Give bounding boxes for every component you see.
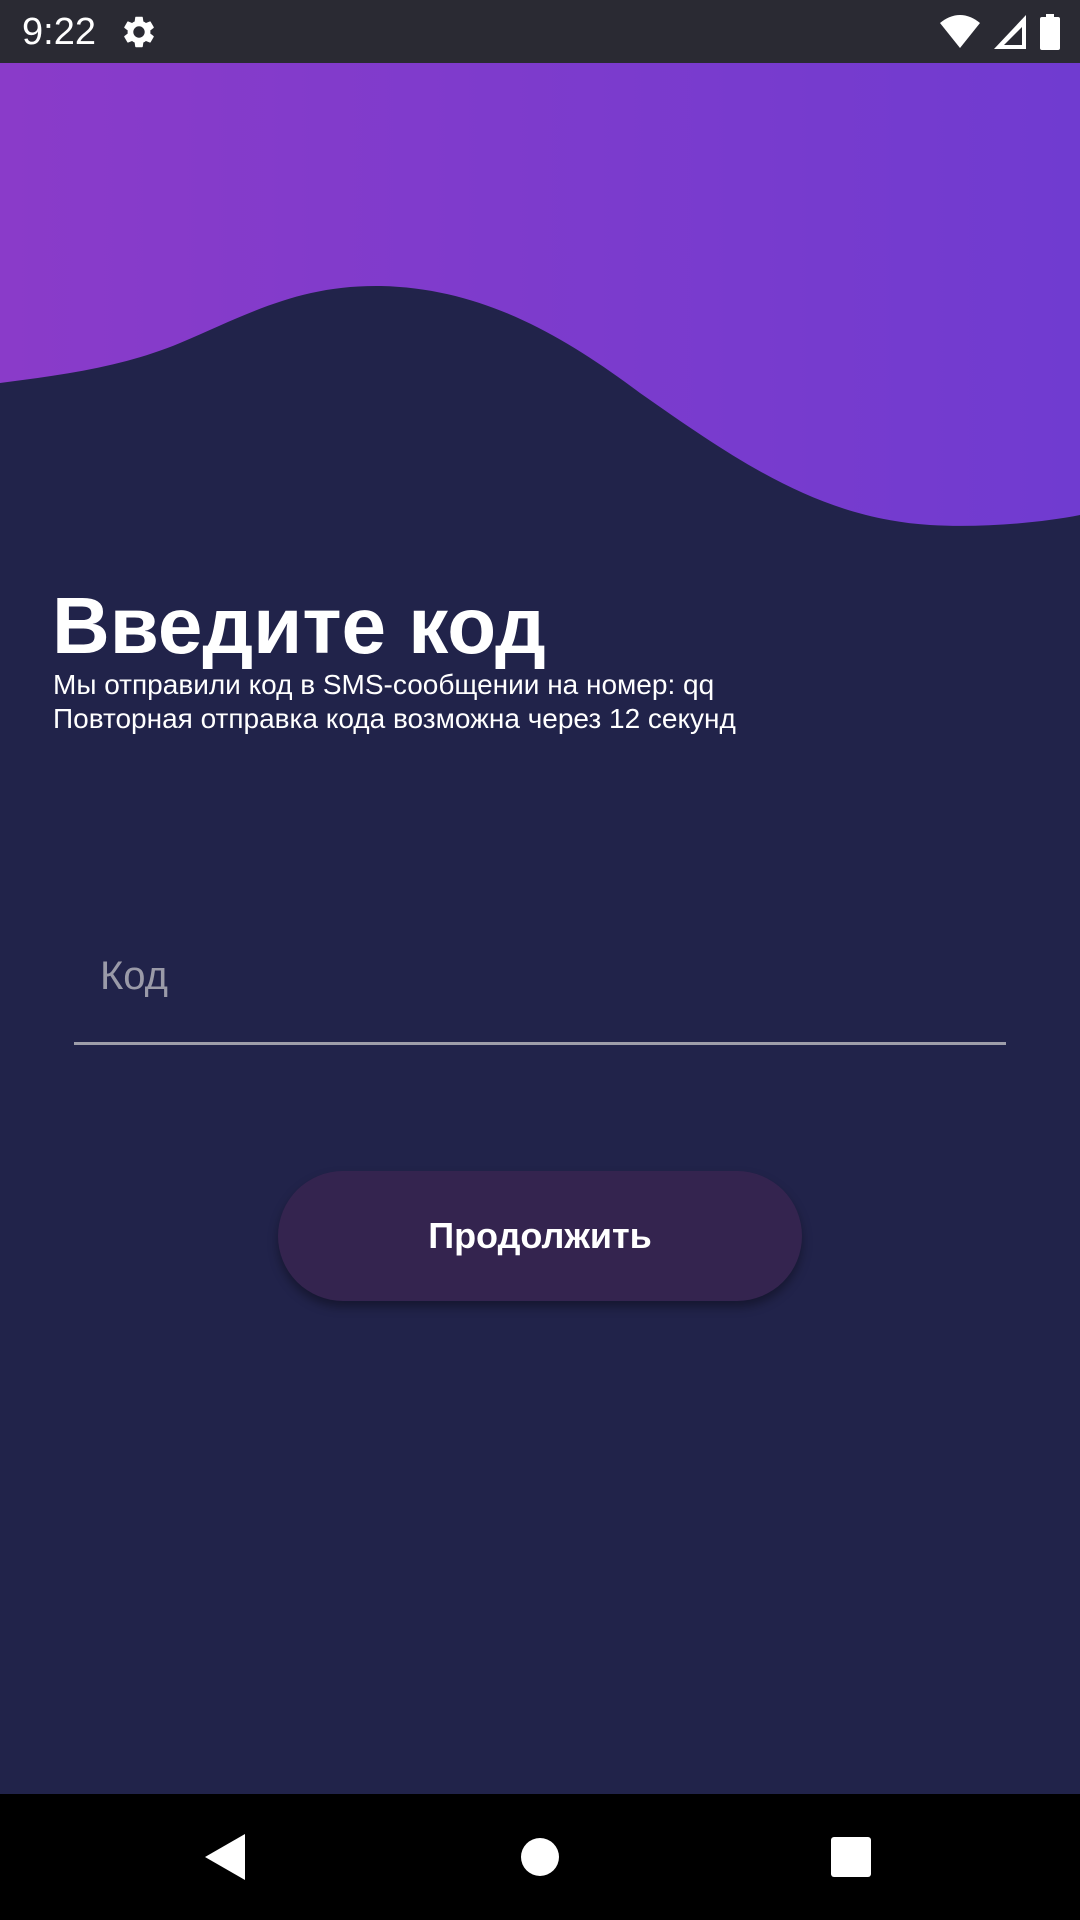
navigation-bar [0, 1794, 1080, 1920]
header-wave [0, 63, 1080, 526]
continue-button[interactable]: Продолжить [278, 1171, 802, 1301]
signal-icon [994, 15, 1026, 49]
back-button[interactable] [192, 1824, 258, 1890]
back-icon [205, 1834, 245, 1880]
recents-icon [831, 1837, 871, 1877]
code-field-underline [74, 1042, 1006, 1045]
recents-button[interactable] [818, 1824, 884, 1890]
page-title: Введите код [52, 581, 546, 670]
status-bar: 9:22 [0, 0, 1080, 63]
home-icon [521, 1838, 559, 1876]
code-input[interactable] [74, 910, 1006, 1042]
resend-timer-text: Повторная отправка кода возможна через 1… [53, 703, 736, 734]
home-button[interactable] [507, 1824, 573, 1890]
gear-icon [124, 16, 154, 48]
battery-icon [1040, 14, 1060, 50]
code-field [74, 910, 1006, 1045]
screen: 9:22 Введите код Мы отправили код в SMS-… [0, 0, 1080, 1920]
sms-sent-text: Мы отправили код в SMS-сообщении на номе… [53, 669, 715, 700]
status-icons [940, 12, 1060, 52]
wifi-icon [940, 15, 980, 48]
status-time: 9:22 [22, 11, 96, 53]
